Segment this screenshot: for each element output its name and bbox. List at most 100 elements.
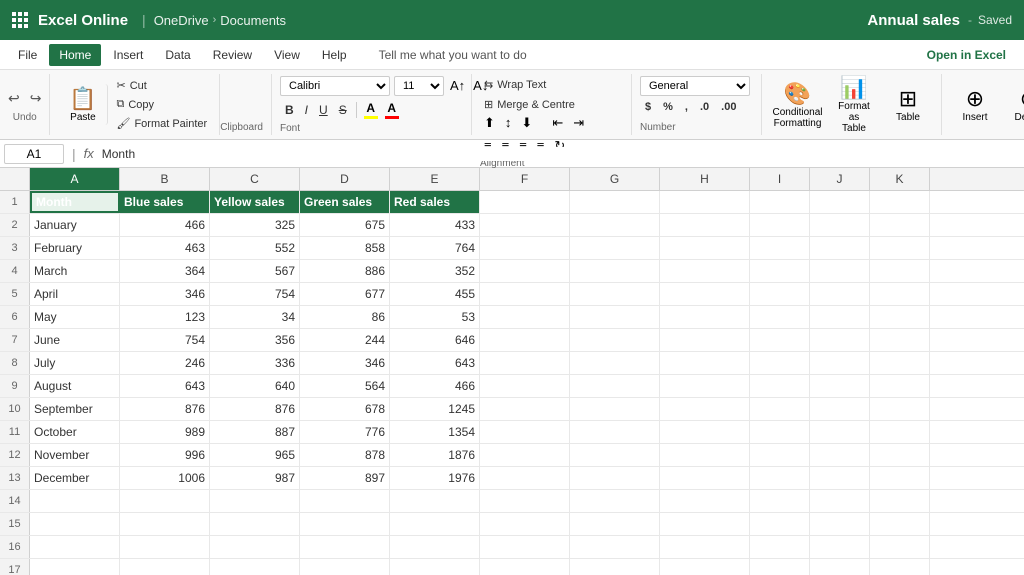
cell-b2[interactable]: 466 bbox=[120, 214, 210, 236]
cell-e12[interactable]: 1876 bbox=[390, 444, 480, 466]
cell-j8[interactable] bbox=[810, 352, 870, 374]
cell-g8[interactable] bbox=[570, 352, 660, 374]
cell-h16[interactable] bbox=[660, 536, 750, 558]
cell-b10[interactable]: 876 bbox=[120, 398, 210, 420]
cell-b5[interactable]: 346 bbox=[120, 283, 210, 305]
cell-k17[interactable] bbox=[870, 559, 930, 575]
format-as-table-button[interactable]: 📊 Formatas Table bbox=[829, 79, 879, 131]
cell-a7[interactable]: June bbox=[30, 329, 120, 351]
cell-c3[interactable]: 552 bbox=[210, 237, 300, 259]
cell-k8[interactable] bbox=[870, 352, 930, 374]
cell-i11[interactable] bbox=[750, 421, 810, 443]
decrease-decimal-button[interactable]: .00 bbox=[716, 99, 741, 115]
italic-button[interactable]: I bbox=[300, 101, 313, 119]
cell-a15[interactable] bbox=[30, 513, 120, 535]
cell-b13[interactable]: 1006 bbox=[120, 467, 210, 489]
cell-g7[interactable] bbox=[570, 329, 660, 351]
cell-h4[interactable] bbox=[660, 260, 750, 282]
redo-button[interactable]: ↪ bbox=[26, 87, 46, 110]
cell-k14[interactable] bbox=[870, 490, 930, 512]
cell-d3[interactable]: 858 bbox=[300, 237, 390, 259]
menu-insert[interactable]: Insert bbox=[103, 44, 153, 66]
cell-h10[interactable] bbox=[660, 398, 750, 420]
cell-i14[interactable] bbox=[750, 490, 810, 512]
col-header-b[interactable]: B bbox=[120, 168, 210, 190]
cell-a3[interactable]: February bbox=[30, 237, 120, 259]
cell-f13[interactable] bbox=[480, 467, 570, 489]
align-middle-button[interactable]: ↕ bbox=[501, 113, 516, 133]
cell-e1[interactable]: Red sales bbox=[390, 191, 480, 213]
cell-b9[interactable]: 643 bbox=[120, 375, 210, 397]
cell-d14[interactable] bbox=[300, 490, 390, 512]
cell-c10[interactable]: 876 bbox=[210, 398, 300, 420]
menu-home[interactable]: Home bbox=[49, 44, 101, 66]
cut-button[interactable]: ✂ Cut bbox=[112, 77, 211, 94]
cell-j3[interactable] bbox=[810, 237, 870, 259]
cell-i7[interactable] bbox=[750, 329, 810, 351]
cell-h15[interactable] bbox=[660, 513, 750, 535]
cell-g2[interactable] bbox=[570, 214, 660, 236]
cell-a4[interactable]: March bbox=[30, 260, 120, 282]
cell-i4[interactable] bbox=[750, 260, 810, 282]
cell-j2[interactable] bbox=[810, 214, 870, 236]
cell-j4[interactable] bbox=[810, 260, 870, 282]
cell-k9[interactable] bbox=[870, 375, 930, 397]
cell-f14[interactable] bbox=[480, 490, 570, 512]
cell-j9[interactable] bbox=[810, 375, 870, 397]
cell-c8[interactable]: 336 bbox=[210, 352, 300, 374]
cell-j17[interactable] bbox=[810, 559, 870, 575]
cell-f10[interactable] bbox=[480, 398, 570, 420]
cell-k15[interactable] bbox=[870, 513, 930, 535]
strikethrough-button[interactable]: S bbox=[334, 101, 352, 119]
underline-button[interactable]: U bbox=[314, 101, 333, 119]
cell-e4[interactable]: 352 bbox=[390, 260, 480, 282]
align-top-button[interactable]: ⬆ bbox=[480, 113, 499, 133]
menu-file[interactable]: File bbox=[8, 44, 47, 66]
app-grid-icon[interactable] bbox=[12, 12, 28, 28]
cell-f4[interactable] bbox=[480, 260, 570, 282]
cell-e16[interactable] bbox=[390, 536, 480, 558]
col-header-e[interactable]: E bbox=[390, 168, 480, 190]
cell-d6[interactable]: 86 bbox=[300, 306, 390, 328]
col-header-j[interactable]: J bbox=[810, 168, 870, 190]
cell-f16[interactable] bbox=[480, 536, 570, 558]
breadcrumb-onedrive[interactable]: OneDrive bbox=[154, 13, 209, 28]
cell-f5[interactable] bbox=[480, 283, 570, 305]
cell-i10[interactable] bbox=[750, 398, 810, 420]
cell-g16[interactable] bbox=[570, 536, 660, 558]
cell-g6[interactable] bbox=[570, 306, 660, 328]
cell-c7[interactable]: 356 bbox=[210, 329, 300, 351]
cell-g10[interactable] bbox=[570, 398, 660, 420]
cell-a9[interactable]: August bbox=[30, 375, 120, 397]
cell-e5[interactable]: 455 bbox=[390, 283, 480, 305]
col-header-a[interactable]: A bbox=[30, 168, 120, 190]
cell-k10[interactable] bbox=[870, 398, 930, 420]
cell-j5[interactable] bbox=[810, 283, 870, 305]
format-painter-button[interactable]: 🖌 Format Painter bbox=[112, 115, 211, 132]
currency-button[interactable]: $ bbox=[640, 99, 656, 115]
cell-e10[interactable]: 1245 bbox=[390, 398, 480, 420]
col-header-g[interactable]: G bbox=[570, 168, 660, 190]
cell-reference-box[interactable] bbox=[4, 144, 64, 164]
cell-b8[interactable]: 246 bbox=[120, 352, 210, 374]
cell-a8[interactable]: July bbox=[30, 352, 120, 374]
cell-f11[interactable] bbox=[480, 421, 570, 443]
menu-help[interactable]: Help bbox=[312, 44, 357, 66]
cell-k4[interactable] bbox=[870, 260, 930, 282]
cell-d2[interactable]: 675 bbox=[300, 214, 390, 236]
col-header-d[interactable]: D bbox=[300, 168, 390, 190]
menu-review[interactable]: Review bbox=[203, 44, 262, 66]
cell-e11[interactable]: 1354 bbox=[390, 421, 480, 443]
cell-b3[interactable]: 463 bbox=[120, 237, 210, 259]
cell-i17[interactable] bbox=[750, 559, 810, 575]
delete-cells-button[interactable]: ⊖ Delete bbox=[1004, 79, 1024, 131]
cell-c9[interactable]: 640 bbox=[210, 375, 300, 397]
bold-button[interactable]: B bbox=[280, 101, 299, 119]
cell-d5[interactable]: 677 bbox=[300, 283, 390, 305]
cell-k2[interactable] bbox=[870, 214, 930, 236]
cell-h17[interactable] bbox=[660, 559, 750, 575]
cell-f8[interactable] bbox=[480, 352, 570, 374]
cell-i3[interactable] bbox=[750, 237, 810, 259]
cell-h6[interactable] bbox=[660, 306, 750, 328]
cell-d16[interactable] bbox=[300, 536, 390, 558]
